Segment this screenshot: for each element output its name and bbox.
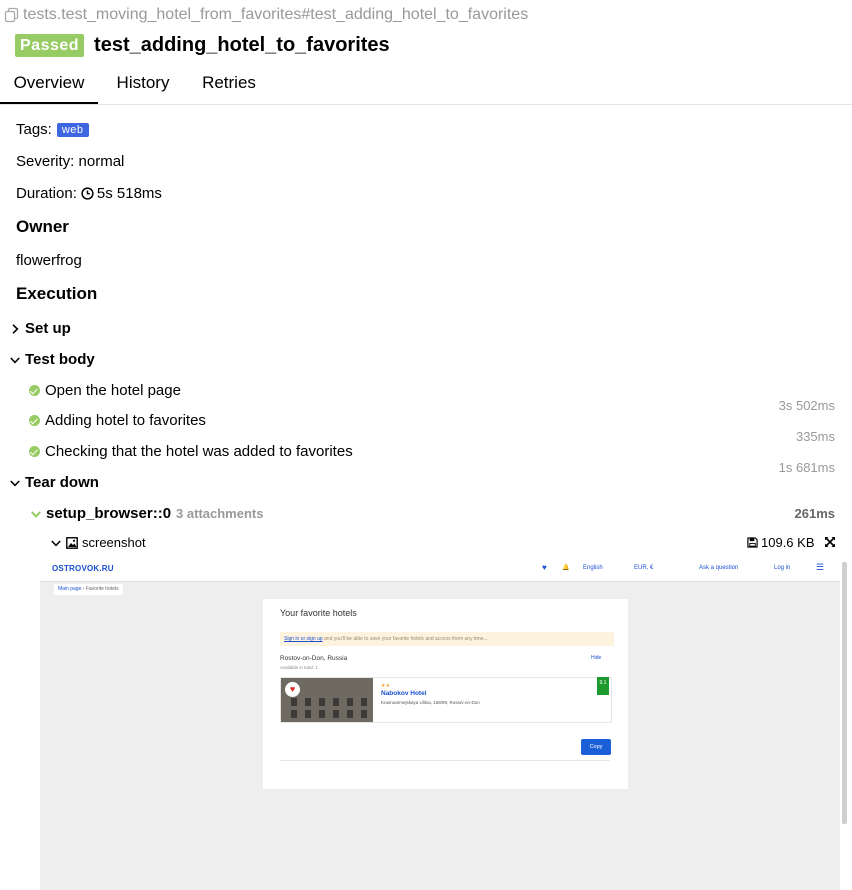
breadcrumb-main: Main page xyxy=(58,586,82,592)
test-path: tests.test_moving_hotel_from_favorites#t… xyxy=(4,6,528,24)
save-icon xyxy=(747,537,758,548)
login-link: Log in xyxy=(774,565,791,571)
step-label: Adding hotel to favorites xyxy=(45,412,206,429)
hide-toggle: Hide xyxy=(591,655,602,661)
hotel-photo: ♥ xyxy=(281,678,373,722)
hotel-score: 9.1 xyxy=(597,677,609,695)
fixture-duration: 261ms xyxy=(794,506,835,521)
owner-value: flowerfrog xyxy=(16,252,82,269)
check-circle-icon xyxy=(29,385,40,396)
bell-icon: 🔔 xyxy=(562,565,570,571)
language-selector: English xyxy=(583,565,603,571)
check-circle-icon xyxy=(29,415,40,426)
attachment-size-value: 109.6 KB xyxy=(761,535,815,550)
chevron-down-icon xyxy=(10,479,20,487)
copy-icon[interactable] xyxy=(4,7,20,23)
step-duration: 335ms xyxy=(795,429,835,444)
chevron-right-icon xyxy=(12,323,19,334)
teardown-section[interactable]: Tear down xyxy=(9,474,99,491)
tags-row: Tags: web xyxy=(16,121,89,138)
hotel-address: Krasnoarmejskaya Ulitsa, 168/99, Rostov-… xyxy=(381,700,480,705)
favorite-heart-icon: ♥ xyxy=(285,682,300,697)
teardown-label: Tear down xyxy=(25,474,99,491)
notice-text: and you'll be able to save your favorite… xyxy=(322,636,488,642)
favorites-heading: Your favorite hotels xyxy=(280,608,357,618)
page-title: test_adding_hotel_to_favorites xyxy=(94,34,390,56)
breadcrumb-sep: › xyxy=(82,586,85,592)
clock-icon xyxy=(81,187,94,200)
copy-button: Copy xyxy=(581,739,611,755)
tag-badge: web xyxy=(56,122,89,137)
chevron-down-icon xyxy=(31,510,41,518)
image-icon xyxy=(66,536,78,549)
step-row[interactable]: Checking that the hotel was added to fav… xyxy=(29,443,353,460)
expand-icon[interactable] xyxy=(824,536,836,548)
severity-row: Severity: normal xyxy=(16,153,125,170)
test-body-section[interactable]: Test body xyxy=(9,351,95,368)
check-circle-icon xyxy=(29,446,40,457)
menu-icon: ☰ xyxy=(816,562,825,572)
tab-bar: Overview History Retries xyxy=(0,62,852,105)
test-body-label: Test body xyxy=(25,351,95,368)
fixture-name: setup_browser::0 xyxy=(46,505,172,522)
currency-selector: EUR, € xyxy=(634,565,654,571)
setup-section[interactable]: Set up xyxy=(9,320,71,337)
step-duration: 1s 681ms xyxy=(778,460,835,475)
attachment-row[interactable]: screenshot xyxy=(50,535,146,550)
step-row[interactable]: Adding hotel to favorites xyxy=(29,412,206,429)
step-row[interactable]: Open the hotel page xyxy=(29,382,181,399)
owner-heading: Owner xyxy=(16,217,69,236)
signin-link: Sign in or sign up xyxy=(284,636,323,642)
execution-heading: Execution xyxy=(16,284,98,303)
attachment-name: screenshot xyxy=(82,535,146,550)
tab-history[interactable]: History xyxy=(107,62,179,103)
favorites-card: Your favorite hotels Sign in or sign up … xyxy=(263,599,628,789)
screenshot-navbar: OSTROVOK.RU ♥ 🔔 English EUR, € Ask a que… xyxy=(40,556,840,582)
breadcrumb-current: Favorite hotels xyxy=(85,586,119,592)
available-count: Available in total: 1 xyxy=(280,665,318,670)
status-badge: Passed xyxy=(15,34,85,57)
duration-row: Duration: 5s 518ms xyxy=(16,185,162,202)
attachments-count: 3 attachments xyxy=(176,506,264,521)
screenshot-logo: OSTROVOK.RU xyxy=(52,564,114,573)
step-label: Checking that the hotel was added to fav… xyxy=(45,443,353,460)
setup-label: Set up xyxy=(25,320,71,337)
fixture-row[interactable]: setup_browser::0 3 attachments xyxy=(30,505,263,522)
hotel-card: ♥ ★★ Nabokov Hotel Krasnoarmejskaya Ulit… xyxy=(280,677,612,723)
signin-notice: Sign in or sign up and you'll be able to… xyxy=(280,632,614,646)
step-duration: 3s 502ms xyxy=(778,398,835,413)
tags-label: Tags: xyxy=(16,121,52,138)
city-name: Rostov-on-Don, Russia xyxy=(280,655,348,662)
hotel-name: Nabokov Hotel xyxy=(381,690,427,697)
ask-question-link: Ask a question xyxy=(699,565,739,571)
tab-overview[interactable]: Overview xyxy=(0,62,98,104)
hotel-stars: ★★ xyxy=(381,683,390,689)
step-label: Open the hotel page xyxy=(45,382,181,399)
chevron-down-icon xyxy=(10,356,20,364)
chevron-down-icon xyxy=(51,539,61,547)
tab-retries[interactable]: Retries xyxy=(194,62,264,103)
divider xyxy=(280,760,610,761)
screenshot-scrollbar[interactable] xyxy=(842,562,847,824)
duration-value: 5s 518ms xyxy=(96,185,162,202)
title-row: Passed test_adding_hotel_to_favorites xyxy=(15,34,390,57)
attachment-size: 109.6 KB xyxy=(747,535,815,550)
screenshot-breadcrumb: Main page › Favorite hotels xyxy=(54,584,123,595)
test-path-text: tests.test_moving_hotel_from_favorites#t… xyxy=(23,6,529,23)
duration-label: Duration: xyxy=(16,185,77,202)
attachment-screenshot: OSTROVOK.RU ♥ 🔔 English EUR, € Ask a que… xyxy=(40,556,840,890)
heart-icon: ♥ xyxy=(542,563,547,572)
